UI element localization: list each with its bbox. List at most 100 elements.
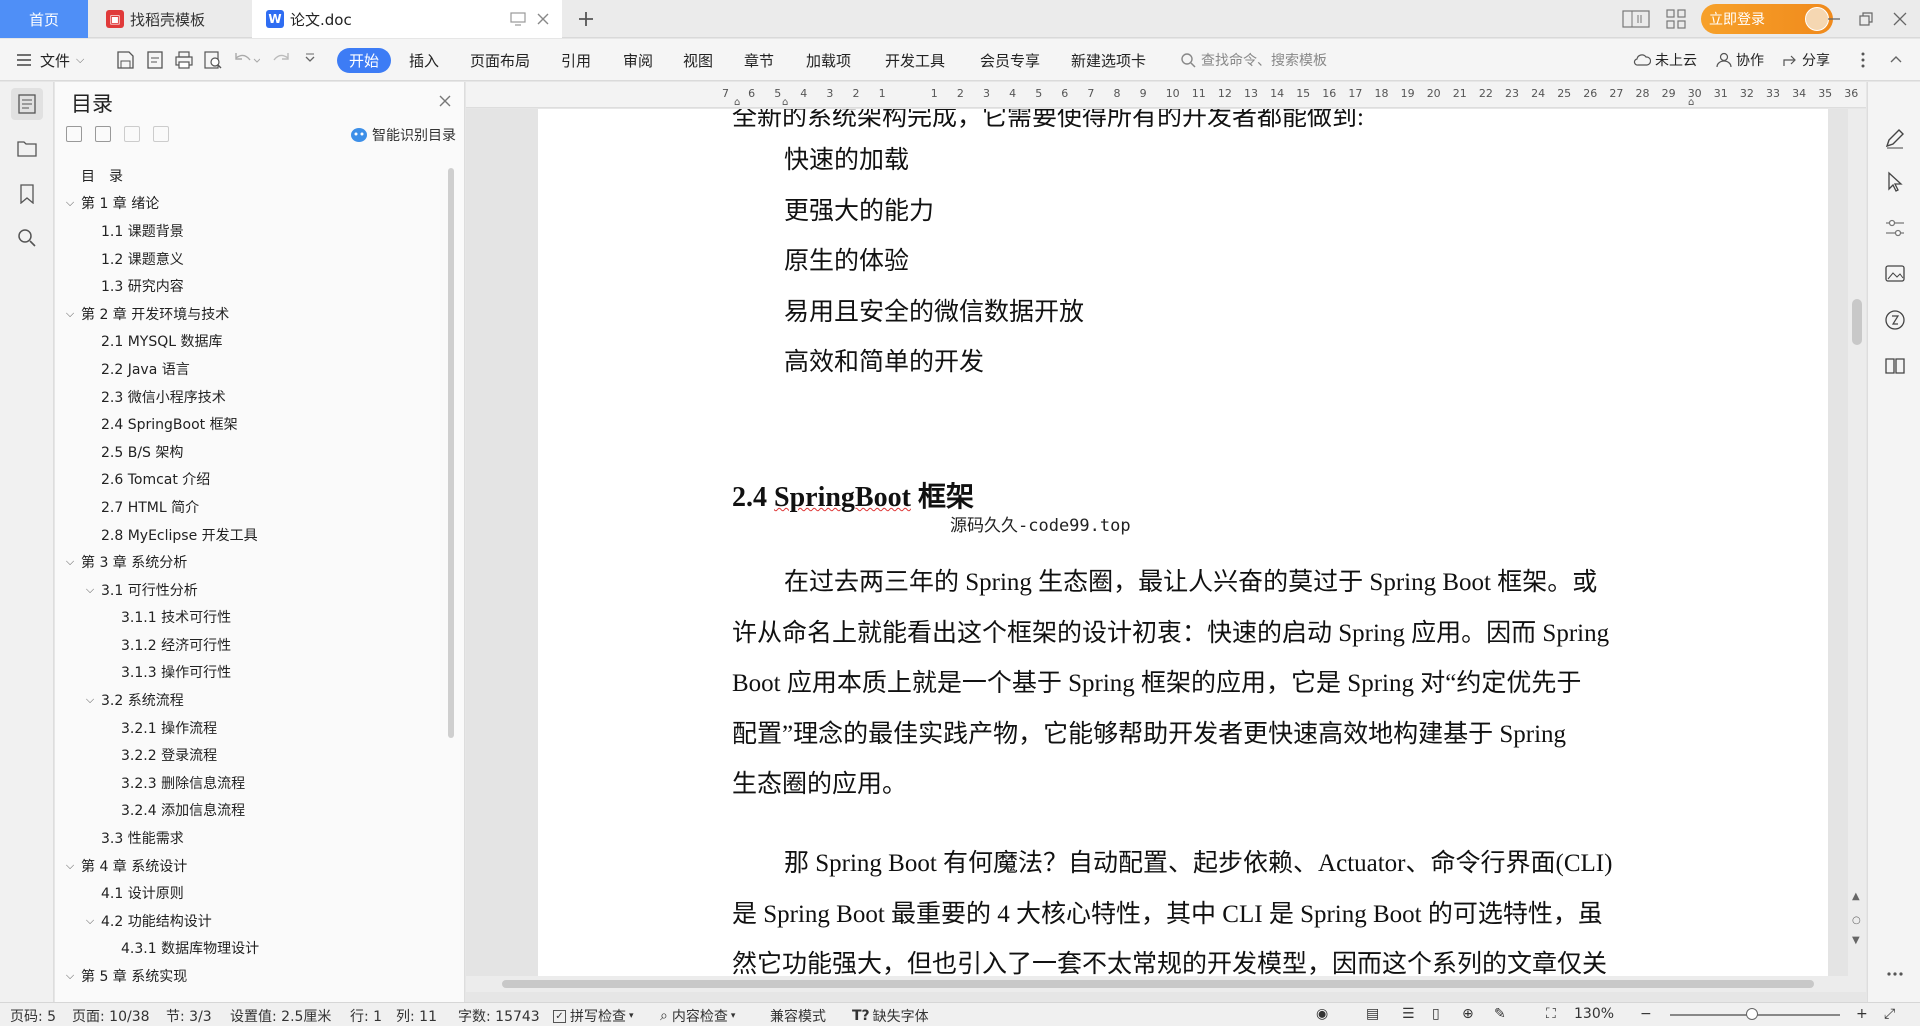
prev-page-icon[interactable]: ▲ — [1852, 891, 1860, 902]
expand-all-icon[interactable] — [66, 126, 82, 142]
close-tab-icon[interactable] — [536, 12, 550, 26]
tab-new-tab[interactable]: 新建选项卡 — [1071, 39, 1146, 81]
login-button[interactable]: 立即登录 — [1701, 4, 1833, 34]
toc-item[interactable]: 3.2.2 登录流程 — [55, 741, 450, 769]
collapse-ribbon-icon[interactable] — [1888, 52, 1904, 66]
toc-item[interactable]: 3.2.3 删除信息流程 — [55, 769, 450, 797]
toc-item[interactable]: ⌵ 第 2 章 开发环境与技术 — [55, 300, 450, 328]
toc-item[interactable]: 2.3 微信小程序技术 — [55, 383, 450, 411]
fit-page-icon[interactable]: ⛶ — [1546, 1006, 1556, 1022]
tab-chapter[interactable]: 章节 — [744, 39, 774, 81]
redo-icon[interactable] — [272, 50, 292, 70]
customize-toolbar-icon[interactable] — [304, 52, 316, 66]
toc-item[interactable]: ⌵ 第 1 章 绪论 — [55, 190, 450, 218]
toc-item[interactable]: 3.2.4 添加信息流程 — [55, 797, 450, 825]
tab-template[interactable]: ▣ 找稻壳模板 — [90, 0, 250, 38]
add-heading-icon[interactable] — [124, 126, 140, 142]
toc-item[interactable]: 3.1.1 技术可行性 — [55, 604, 450, 632]
ruler-left-indent-marker[interactable]: ⌂ — [734, 97, 740, 108]
toc-item[interactable]: 目 录 — [55, 162, 450, 190]
tab-developer[interactable]: 开发工具 — [885, 39, 945, 81]
layout-mode-icon[interactable] — [1622, 9, 1650, 29]
document-page[interactable]: 全新的系统架构完成，它需要使得所有的开发者都能做到: 快速的加载 更强大的能力 原生… — [538, 109, 1828, 976]
toc-item[interactable]: 3.1.2 经济可行性 — [55, 631, 450, 659]
restore-icon[interactable] — [1858, 11, 1874, 27]
tab-view[interactable]: 视图 — [683, 39, 713, 81]
rail-chapter-button[interactable] — [11, 132, 43, 164]
missing-font-button[interactable]: T? 缺失字体 — [852, 1006, 929, 1026]
new-tab-icon[interactable] — [574, 7, 598, 31]
tab-document[interactable]: W 论文.doc — [252, 0, 562, 38]
remove-heading-icon[interactable] — [153, 126, 169, 142]
toc-item[interactable]: 1.1 课题背景 — [55, 217, 450, 245]
spell-check-button[interactable]: ✓ 拼写检查 ▾ — [553, 1006, 634, 1026]
float-window-icon[interactable] — [510, 12, 526, 26]
edit-pen-icon[interactable] — [1883, 126, 1907, 150]
chevron-down-icon[interactable]: ⌵ — [63, 196, 77, 210]
toc-item[interactable]: 3.3 性能需求 — [55, 824, 450, 852]
toc-item[interactable]: 2.7 HTML 简介 — [55, 493, 450, 521]
toc-item[interactable]: ⌵ 4.2 功能结构设计 — [55, 907, 450, 935]
content-check-button[interactable]: ⌕ 内容检查 ▾ — [660, 1006, 735, 1026]
rail-bookmark-button[interactable] — [11, 178, 43, 210]
command-search[interactable]: 查找命令、搜索模板 — [1180, 39, 1327, 81]
status-page[interactable]: 页面: 10/38 — [72, 1006, 150, 1026]
print-preview-icon[interactable] — [203, 50, 223, 70]
toc-item[interactable]: 2.6 Tomcat 介绍 — [55, 466, 450, 494]
toc-item[interactable]: 2.1 MYSQL 数据库 — [55, 328, 450, 356]
tab-home[interactable]: 首页 — [0, 0, 88, 38]
ruler-first-indent-marker[interactable]: ⌂ — [782, 97, 788, 108]
collaborate-button[interactable]: 协作 — [1716, 39, 1764, 81]
minimize-icon[interactable] — [1826, 11, 1842, 27]
rail-search-button[interactable] — [11, 222, 43, 254]
reading-mode-icon[interactable] — [1883, 354, 1907, 378]
vertical-scroll-thumb[interactable] — [1852, 299, 1862, 345]
horizontal-scrollbar[interactable] — [466, 976, 1866, 992]
chevron-down-icon[interactable]: ⌵ — [83, 693, 97, 707]
tab-review[interactable]: 审阅 — [623, 39, 653, 81]
next-page-icon[interactable]: ▼ — [1852, 935, 1860, 946]
toc-item[interactable]: ⌵ 3.2 系统流程 — [55, 686, 450, 714]
toc-item[interactable]: 2.8 MyEclipse 开发工具 — [55, 521, 450, 549]
close-icon[interactable] — [438, 94, 452, 108]
toc-item[interactable]: ⌵ 第 5 章 系统实现 — [55, 962, 450, 990]
status-word-count[interactable]: 字数: 15743 — [458, 1006, 540, 1026]
tab-start[interactable]: 开始 — [337, 48, 391, 73]
toc-item[interactable]: ⌵ 3.1 可行性分析 — [55, 576, 450, 604]
select-cursor-icon[interactable] — [1883, 170, 1907, 194]
fullscreen-icon[interactable]: ⤢ — [1884, 1006, 1895, 1022]
web-view-icon[interactable]: ⊕ — [1462, 1006, 1474, 1022]
page-view-icon[interactable]: ▤ — [1366, 1006, 1379, 1022]
zoom-in-icon[interactable]: + — [1856, 1006, 1868, 1022]
horizontal-ruler[interactable]: 7 6 5 4 3 2 1 1 2 3 4 5 6 7 8 9 10 11 12 13 14 15 16 17 18 19 20 21… — [466, 82, 1911, 108]
more-horizontal-icon[interactable] — [1883, 962, 1907, 986]
file-menu[interactable]: 文件 ⌵ — [16, 39, 84, 81]
chevron-down-icon[interactable]: ⌵ — [63, 307, 77, 321]
toc-item[interactable]: 2.2 Java 语言 — [55, 355, 450, 383]
collapse-all-icon[interactable] — [95, 126, 111, 142]
cloud-status[interactable]: 未上云 — [1633, 39, 1697, 81]
pen-view-icon[interactable]: ✎ — [1494, 1006, 1506, 1022]
vertical-scrollbar[interactable]: ▲ ○ ▼ — [1848, 109, 1866, 976]
toc-item[interactable]: 1.3 研究内容 — [55, 272, 450, 300]
export-pdf-icon[interactable] — [145, 50, 165, 70]
toc-scrollbar[interactable] — [448, 168, 454, 738]
share-button[interactable]: 分享 — [1782, 39, 1830, 81]
toc-item[interactable]: 3.2.1 操作流程 — [55, 714, 450, 742]
reading-view-icon[interactable]: ▯ — [1432, 1006, 1440, 1022]
zoom-level[interactable]: 130% — [1574, 1006, 1614, 1022]
tab-insert[interactable]: 插入 — [409, 39, 439, 81]
toc-item[interactable]: 4.1 设计原则 — [55, 879, 450, 907]
horizontal-scroll-thumb[interactable] — [502, 980, 1814, 988]
toc-item[interactable]: 2.5 B/S 架构 — [55, 438, 450, 466]
chevron-down-icon[interactable]: ⌵ — [63, 555, 77, 569]
eye-protect-icon[interactable]: ◉ — [1316, 1006, 1328, 1022]
print-icon[interactable] — [174, 50, 194, 70]
ai-assistant-icon[interactable] — [1883, 308, 1907, 332]
adjust-sliders-icon[interactable] — [1883, 216, 1907, 240]
select-browse-icon[interactable]: ○ — [1852, 915, 1861, 926]
image-tool-icon[interactable] — [1883, 262, 1907, 286]
toc-item[interactable]: 4.3.1 数据库物理设计 — [55, 935, 450, 963]
rail-toc-button[interactable] — [11, 88, 43, 120]
zoom-out-icon[interactable]: − — [1640, 1006, 1652, 1022]
